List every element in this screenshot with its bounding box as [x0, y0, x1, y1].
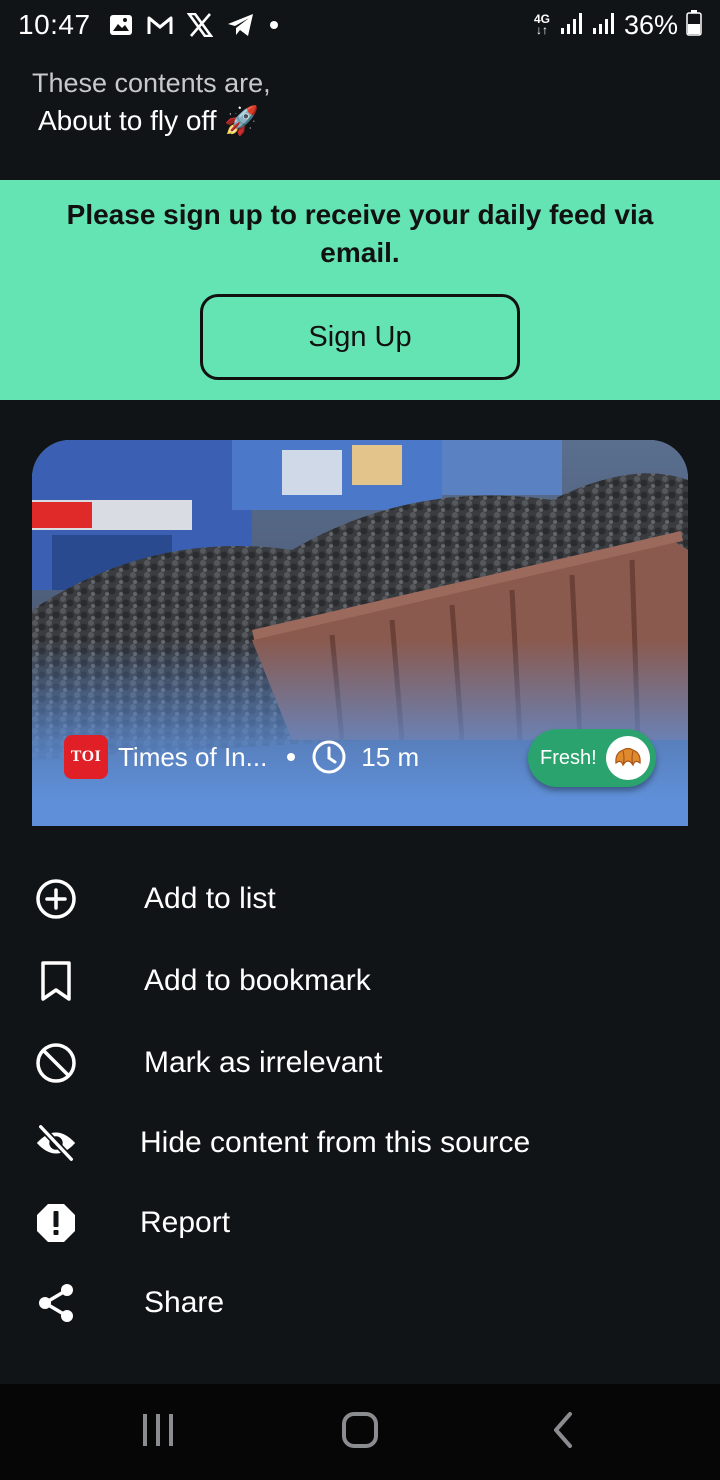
bookmark-icon [34, 959, 78, 1003]
telegram-icon [227, 13, 255, 37]
dot-icon [269, 20, 279, 30]
card-meta: TOI Times of In... 15 m [64, 734, 419, 780]
menu-label-add-to-bookmark: Add to bookmark [144, 964, 371, 997]
menu-label-report: Report [140, 1206, 231, 1239]
add-circle-icon [34, 877, 78, 921]
menu-label-hide-source: Hide content from this source [140, 1126, 531, 1159]
back-button[interactable] [522, 1404, 602, 1460]
header-title: About to fly off 🚀 [38, 105, 260, 136]
notification-icons [109, 13, 279, 37]
menu-label-share: Share [144, 1286, 225, 1319]
recent-apps-button[interactable] [118, 1404, 198, 1460]
clock-icon [311, 739, 347, 775]
battery-icon [686, 9, 702, 41]
menu-label-mark-irrelevant: Mark as irrelevant [144, 1046, 383, 1079]
signal-icon-2 [592, 11, 616, 40]
report-icon [34, 1201, 78, 1245]
battery-percent: 36% [623, 9, 678, 40]
gallery-icon [109, 13, 133, 37]
home-icon [340, 1410, 380, 1455]
x-icon [186, 13, 213, 37]
home-button[interactable] [320, 1404, 400, 1460]
recent-apps-icon [140, 1412, 176, 1453]
fresh-badge: Fresh! [528, 729, 656, 787]
network-type: 4G ↓↑ [533, 12, 550, 37]
eye-off-icon [34, 1121, 78, 1165]
sign-up-button[interactable]: Sign Up [200, 294, 520, 380]
status-time: 10:47 [18, 9, 91, 40]
menu-item-add-to-list[interactable]: Add to list [0, 864, 720, 934]
croissant-icon [606, 736, 650, 780]
menu-item-mark-irrelevant[interactable]: Mark as irrelevant [0, 1028, 720, 1098]
menu-item-report[interactable]: Report [0, 1188, 720, 1258]
menu-item-add-to-bookmark[interactable]: Add to bookmark [0, 946, 720, 1016]
menu-item-hide-source[interactable]: Hide content from this source [0, 1108, 720, 1178]
fresh-label: Fresh! [540, 746, 597, 769]
status-right: 4G ↓↑ 36% [532, 9, 702, 41]
signup-message: Please sign up to receive your daily fee… [66, 199, 654, 268]
menu-label-add-to-list: Add to list [144, 882, 276, 915]
gmail-icon [147, 14, 173, 36]
system-nav-bar [0, 1384, 720, 1480]
share-icon [34, 1281, 78, 1325]
news-card[interactable]: TOI Times of In... 15 m Fresh! [32, 440, 688, 826]
signal-icon [560, 11, 584, 40]
source-name[interactable]: Times of In... [118, 742, 267, 773]
menu-item-share[interactable]: Share [0, 1268, 720, 1338]
status-bar: 10:47 4G ↓↑ 36% [0, 0, 720, 50]
source-logo: TOI [64, 735, 108, 779]
block-icon [34, 1041, 78, 1085]
header-subtitle: These contents are, [32, 68, 271, 98]
back-icon [548, 1410, 576, 1455]
article-age: 15 m [361, 741, 420, 772]
separator-dot [287, 753, 296, 761]
